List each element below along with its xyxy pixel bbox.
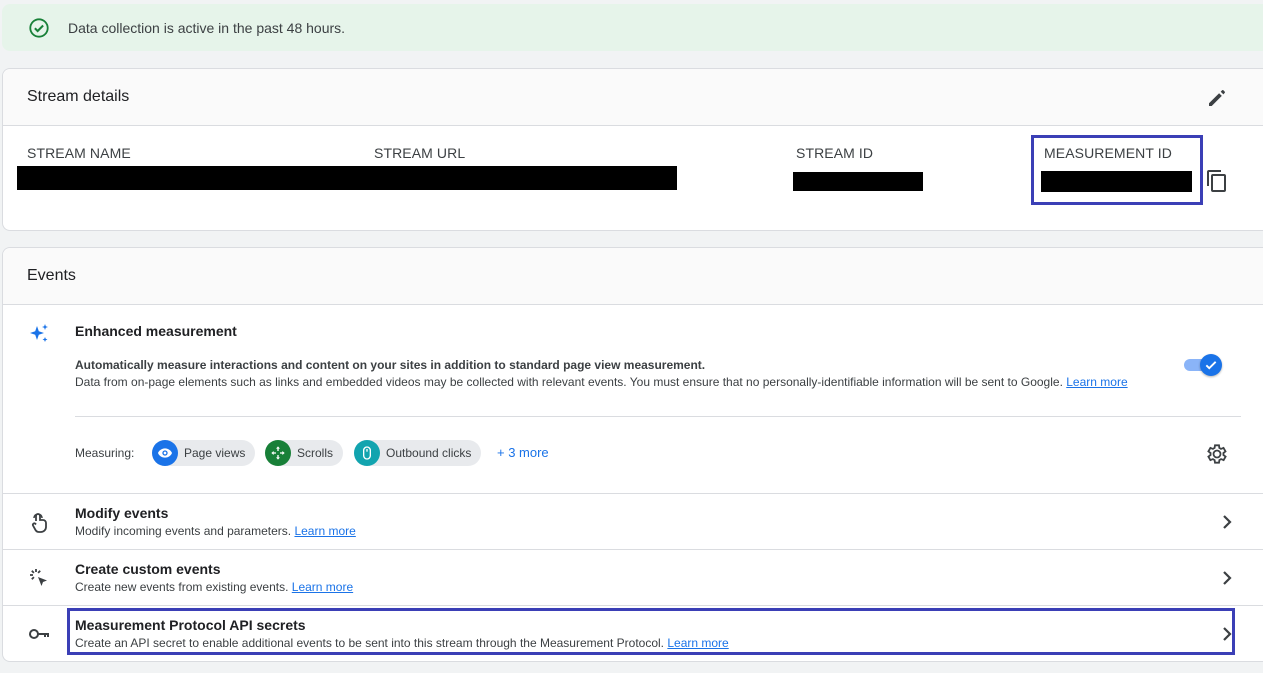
check-circle-icon (29, 18, 49, 38)
measuring-label: Measuring: (75, 446, 135, 460)
touch-icon (32, 513, 47, 533)
chip-outbound-clicks[interactable]: Outbound clicks (354, 440, 482, 466)
modify-events-row[interactable]: Modify events Modify incoming events and… (3, 493, 1263, 549)
api-secrets-title: Measurement Protocol API secrets (75, 617, 306, 633)
stream-id-redaction (793, 172, 923, 191)
row-desc-text: Create an API secret to enable additiona… (75, 636, 665, 650)
enhanced-measurement-summary: Automatically measure interactions and c… (75, 358, 706, 372)
events-header: Events (3, 248, 1263, 305)
stream-id-label: STREAM ID (796, 145, 874, 161)
stream-name-column: STREAM NAME (27, 145, 131, 161)
events-card: Events Enhanced measurement Automaticall… (2, 247, 1263, 662)
stream-url-label: STREAM URL (374, 145, 466, 161)
api-secrets-description: Create an API secret to enable additiona… (75, 636, 729, 650)
status-banner: Data collection is active in the past 48… (2, 4, 1263, 51)
divider (75, 416, 1241, 417)
chip-scrolls[interactable]: Scrolls (265, 440, 344, 466)
measurement-id-highlight (1031, 135, 1203, 205)
cursor-click-icon (30, 569, 47, 586)
enhanced-measurement-toggle[interactable] (1184, 354, 1222, 376)
modify-events-title: Modify events (75, 505, 169, 521)
chevron-right-icon (1223, 627, 1232, 641)
enhanced-measurement-desc-text: Data from on-page elements such as links… (75, 375, 1063, 389)
stream-id-column: STREAM ID (796, 145, 873, 161)
row-desc-text: Modify incoming events and parameters. (75, 524, 292, 538)
gear-icon[interactable] (1205, 442, 1229, 466)
stream-name-label: STREAM NAME (27, 145, 131, 161)
chip-label: Scrolls (297, 446, 334, 460)
create-custom-events-learn-more-link[interactable]: Learn more (292, 580, 353, 594)
api-secrets-learn-more-link[interactable]: Learn more (667, 636, 728, 650)
stream-details-header: Stream details (3, 69, 1263, 126)
chip-page-views[interactable]: Page views (152, 440, 256, 466)
row-desc-text: Create new events from existing events. (75, 580, 289, 594)
create-custom-events-row[interactable]: Create custom events Create new events f… (3, 549, 1263, 605)
scroll-icon (265, 440, 291, 466)
key-icon (29, 629, 49, 639)
stream-details-card: Stream details STREAM NAME STREAM URL ST… (2, 68, 1263, 231)
sparkle-icon (30, 324, 48, 342)
create-custom-events-title: Create custom events (75, 561, 221, 577)
enhanced-measurement-title: Enhanced measurement (75, 323, 237, 339)
toggle-knob (1200, 354, 1222, 376)
measurement-protocol-api-secrets-row[interactable]: Measurement Protocol API secrets Create … (3, 605, 1263, 661)
create-custom-events-description: Create new events from existing events. … (75, 580, 353, 594)
chip-label: Outbound clicks (386, 446, 472, 460)
enhanced-measurement-learn-more-link[interactable]: Learn more (1066, 375, 1127, 389)
stream-url-column: STREAM URL (374, 145, 465, 161)
copy-icon[interactable] (1205, 169, 1229, 193)
more-measurements-link[interactable]: + 3 more (497, 445, 549, 460)
events-title: Events (27, 267, 76, 284)
chevron-right-icon (1223, 515, 1232, 529)
enhanced-measurement-description: Data from on-page elements such as links… (75, 374, 1165, 390)
chip-label: Page views (184, 446, 246, 460)
checkmark-icon (1205, 361, 1217, 370)
modify-events-description: Modify incoming events and parameters. L… (75, 524, 356, 538)
stream-details-title: Stream details (27, 88, 130, 105)
chevron-right-icon (1223, 571, 1232, 585)
banner-text: Data collection is active in the past 48… (68, 20, 346, 36)
modify-events-learn-more-link[interactable]: Learn more (294, 524, 355, 538)
mouse-icon (354, 440, 380, 466)
eye-icon (152, 440, 178, 466)
edit-icon[interactable] (1205, 86, 1229, 110)
stream-name-redaction (17, 166, 677, 190)
